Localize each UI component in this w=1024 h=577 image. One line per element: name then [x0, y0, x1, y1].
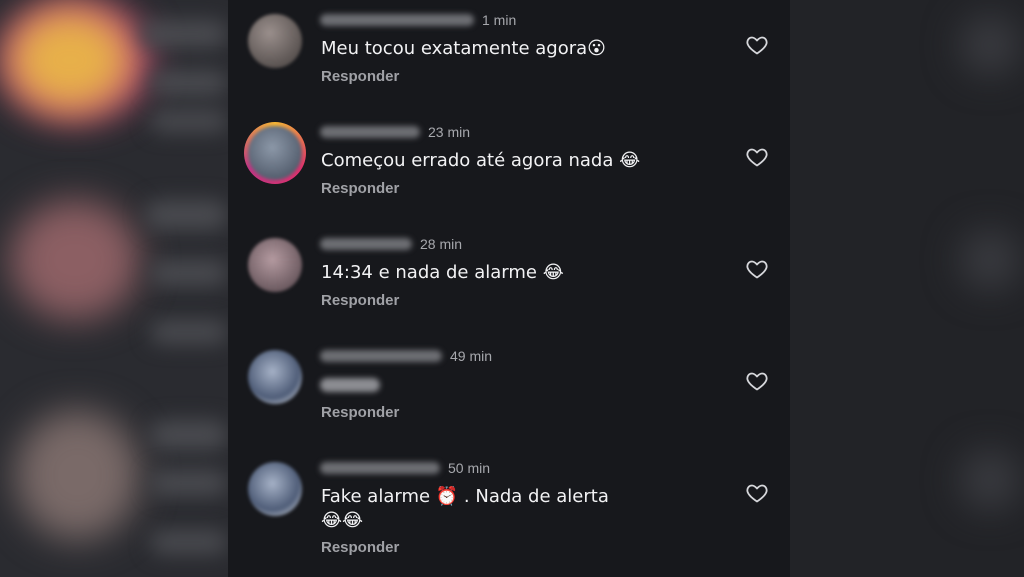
- comment-meta: 50 min: [320, 459, 490, 477]
- avatar[interactable]: [248, 14, 302, 68]
- heart-outline-icon[interactable]: [745, 481, 769, 505]
- avatar[interactable]: [248, 462, 302, 516]
- comment-text: 14:34 e nada de alarme 😂: [321, 262, 564, 283]
- comment-text: Meu tocou exatamente agora😮: [321, 38, 606, 59]
- username-blurred[interactable]: [320, 350, 442, 362]
- comment-item: 50 min Fake alarme ⏰ . Nada de alerta 😂😂…: [228, 448, 790, 577]
- comment-time: 1 min: [482, 12, 517, 28]
- username-blurred[interactable]: [320, 126, 420, 138]
- blurred-left-backdrop: [0, 0, 228, 577]
- reply-button[interactable]: Responder: [321, 68, 399, 85]
- comment-item: 23 min Começou errado até agora nada 😂 R…: [228, 112, 790, 222]
- screenshot-stage: 1 min Meu tocou exatamente agora😮 Respon…: [0, 0, 1024, 577]
- comment-text-blurred: [320, 378, 380, 392]
- blurred-right-backdrop: [790, 0, 1024, 577]
- reply-button[interactable]: Responder: [321, 404, 399, 421]
- avatar: [248, 126, 302, 180]
- heart-outline-icon[interactable]: [745, 257, 769, 281]
- reply-button[interactable]: Responder: [321, 180, 399, 197]
- comment-time: 28 min: [420, 236, 463, 252]
- reply-button[interactable]: Responder: [321, 539, 399, 556]
- comment-time: 23 min: [428, 124, 471, 140]
- comment-meta: 28 min: [320, 235, 462, 253]
- username-blurred[interactable]: [320, 14, 474, 26]
- comment-text-line2: 😂😂: [321, 510, 364, 531]
- heart-outline-icon[interactable]: [745, 145, 769, 169]
- comment-item: 28 min 14:34 e nada de alarme 😂 Responde…: [228, 224, 790, 334]
- username-blurred[interactable]: [320, 238, 412, 250]
- comments-panel: 1 min Meu tocou exatamente agora😮 Respon…: [228, 0, 790, 577]
- avatar[interactable]: [248, 350, 302, 404]
- comment-meta: 1 min: [320, 11, 516, 29]
- heart-outline-icon[interactable]: [745, 33, 769, 57]
- username-blurred[interactable]: [320, 462, 440, 474]
- comment-meta: 49 min: [320, 347, 492, 365]
- reply-button[interactable]: Responder: [321, 292, 399, 309]
- avatar-story-ring[interactable]: [244, 122, 306, 184]
- comment-time: 50 min: [448, 460, 491, 476]
- heart-outline-icon[interactable]: [745, 369, 769, 393]
- comment-meta: 23 min: [320, 123, 470, 141]
- comment-item: 1 min Meu tocou exatamente agora😮 Respon…: [228, 0, 790, 110]
- comment-text: Fake alarme ⏰ . Nada de alerta: [321, 486, 609, 507]
- avatar[interactable]: [248, 238, 302, 292]
- comment-text: Começou errado até agora nada 😂: [321, 150, 641, 171]
- comment-time: 49 min: [450, 348, 493, 364]
- comment-item: 49 min Responder: [228, 336, 790, 446]
